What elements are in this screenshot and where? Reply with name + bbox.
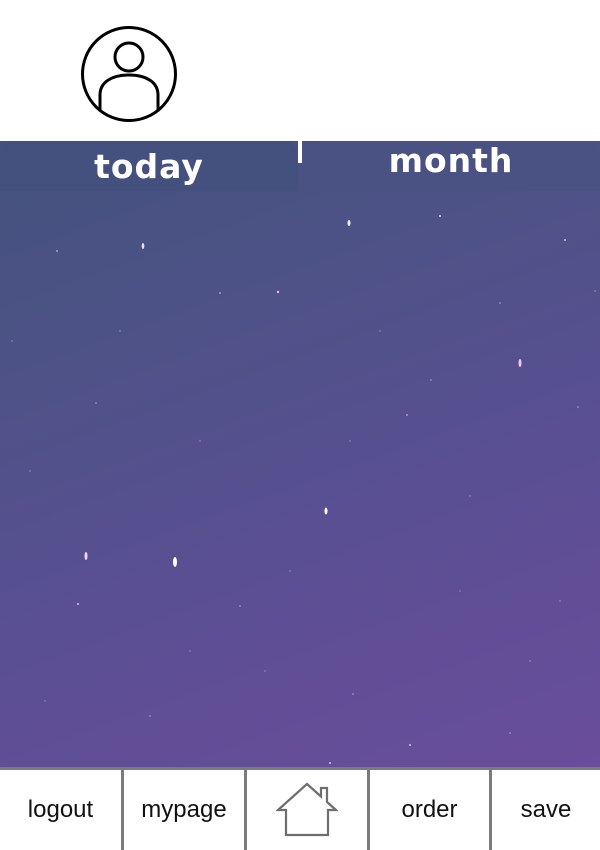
tab-month-label: month [388,141,514,180]
tab-today-label: today [94,147,204,186]
app-screen: today month logout mypage order save [0,0,600,850]
logout-button[interactable]: logout [0,770,124,850]
home-icon [276,782,338,837]
user-avatar-icon[interactable] [80,25,178,123]
tab-month[interactable]: month [302,141,600,191]
tab-today[interactable]: today [0,141,298,191]
avatar-graphic [81,26,177,122]
save-button[interactable]: save [492,770,600,850]
night-sky-background [0,141,600,769]
home-button[interactable] [247,770,370,850]
order-button[interactable]: order [370,770,492,850]
bottom-navigation: logout mypage order save [0,767,600,850]
tab-divider [298,141,302,163]
mypage-button[interactable]: mypage [124,770,247,850]
stars-decoration [11,215,596,764]
